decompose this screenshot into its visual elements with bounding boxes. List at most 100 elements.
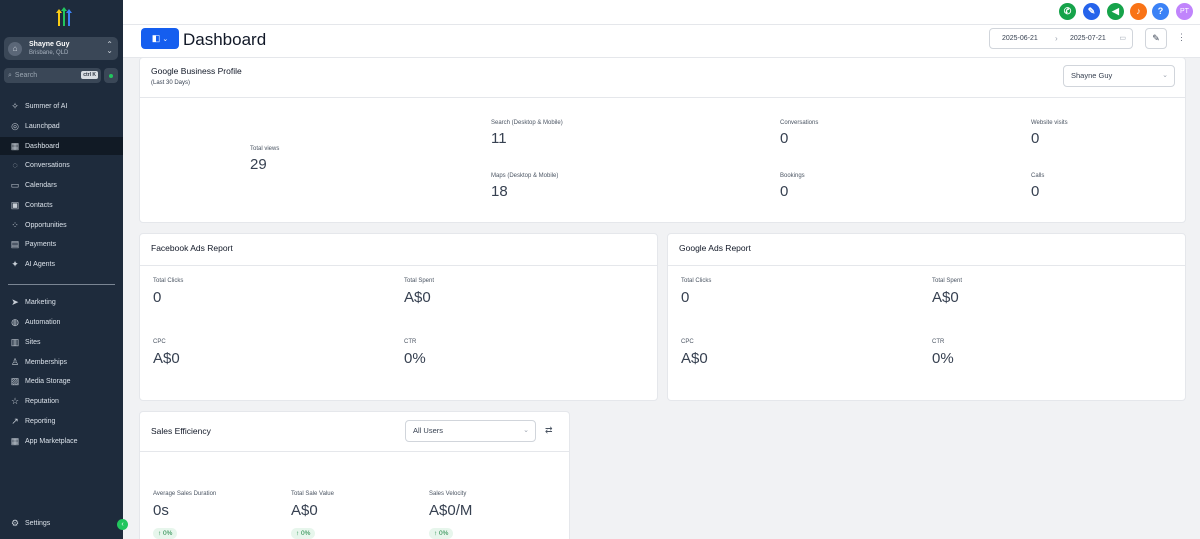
metric-value: A$0 [932,289,959,306]
sidebar-item-conversations[interactable]: ◌ Conversations [0,156,123,174]
sidebar-item-payments[interactable]: ▤ Payments [0,235,123,253]
card-title: Facebook Ads Report [151,243,233,253]
metric-value: 0 [681,289,690,306]
help-icon[interactable]: ? [1152,3,1169,20]
metric-value: 0 [1031,130,1040,147]
change-badge: ↑ 0% [153,528,178,539]
sidebar-item-memberships[interactable]: ♙ Memberships [0,353,123,371]
metric-label: Sales Velocity [429,491,467,497]
app-logo-icon[interactable] [53,6,75,28]
metric-value: A$0 [153,350,180,367]
edit-dashboard-button[interactable]: ✎ [1145,28,1167,49]
facebook-ads-card: Facebook Ads Report Total Clicks 0 Total… [139,233,658,401]
metric-value: 18 [491,183,508,200]
page-title: Dashboard [183,30,267,49]
sidebar-item-contacts[interactable]: ▣ Contacts [0,196,123,214]
card-subtitle: (Last 30 Days) [151,80,191,86]
layout-switch-button[interactable]: ◧ ⌄ [141,28,179,49]
payments-icon: ▤ [10,239,20,249]
metric-label: Average Sales Duration [153,491,217,497]
user-select[interactable]: Shayne Guy ⌄ [1063,65,1175,87]
sidebar-item-calendars[interactable]: ▭ Calendars [0,176,123,194]
sidebar-item-launchpad[interactable]: ◎ Launchpad [0,117,123,135]
sparkle-icon: ✧ [11,101,19,111]
ai-sparkle-icon: ✦ [11,259,19,269]
sites-icon: ▥ [10,337,20,347]
metric-label: CTR [404,339,417,345]
card-divider [140,265,657,266]
search-placeholder: Search [14,72,38,79]
sidebar-item-app-marketplace[interactable]: ▦ App Marketplace [0,432,123,450]
sidebar-item-reputation[interactable]: ☆ Reputation [0,392,123,410]
sidebar-item-dashboard[interactable]: ▦ Dashboard [0,137,123,155]
opportunities-icon: ⁘ [11,220,19,230]
card-divider [140,97,1185,98]
automation-icon: ◍ [11,317,19,327]
lightning-icon [109,73,113,78]
change-badge: ↑ 0% [291,528,316,539]
arrow-right-icon: › [1055,34,1058,43]
sidebar-item-ai-agents[interactable]: ✦ AI Agents [0,255,123,273]
sidebar-collapse-button[interactable]: ‹ [117,519,128,530]
metric-value: 0s [153,502,169,519]
more-options-icon[interactable]: ⋮ [1177,32,1186,43]
sidebar-item-sites[interactable]: ▥ Sites [0,333,123,351]
calendar-icon: ▭ [10,180,20,190]
grid-icon: ▦ [10,141,20,151]
card-title: Sales Efficiency [151,426,211,436]
sidebar-item-summer-of-ai[interactable]: ✧ Summer of AI [0,97,123,115]
search-shortcut: ctrl K [81,71,98,79]
sidebar-item-media-storage[interactable]: ▨ Media Storage [0,372,123,390]
metric-value: A$0 [681,350,708,367]
metric-label: CTR [932,339,945,345]
chevron-left-icon: ‹ [121,521,124,528]
metric-label: Conversations [780,120,819,126]
metric-label: Calls [1031,173,1045,179]
sidebar-item-settings[interactable]: ⚙ Settings [0,514,123,532]
megaphone-icon[interactable]: ◀ [1107,3,1124,20]
google-ads-card: Google Ads Report Total Clicks 0 Total S… [667,233,1186,401]
calendar-icon: ▭ [1119,35,1126,42]
page-header: ◧ ⌄ Dashboard 2025-06-21 › 2025-07-21 ▭ … [123,25,1200,58]
change-badge: ↑ 0% [429,528,454,539]
chevron-down-icon: ⌄ [523,427,529,434]
sidebar-item-reporting[interactable]: ↗ Reporting [0,412,123,430]
metric-value: A$0/M [429,502,473,519]
metric-label: Total Clicks [153,278,184,284]
metric-label: CPC [681,339,694,345]
metric-label: Total Clicks [681,278,712,284]
sidebar-item-automation[interactable]: ◍ Automation [0,313,123,331]
pencil-icon: ✎ [1152,33,1160,43]
google-business-profile-card: Google Business Profile (Last 30 Days) S… [139,57,1186,223]
chart-line-icon: ↗ [11,416,19,426]
star-icon: ☆ [10,396,20,406]
metric-label: Total Sale Value [291,491,334,497]
sales-efficiency-card: Sales Efficiency All Users ⌄ ⇄ Average S… [139,411,570,539]
sidebar-item-marketing[interactable]: ➤ Marketing [0,293,123,311]
location-icon: ⌂ [8,41,22,56]
swap-icon[interactable]: ⇄ [545,425,553,436]
contacts-icon: ▣ [10,200,20,210]
sidebar-item-opportunities[interactable]: ⁘ Opportunities [0,216,123,234]
metric-value: 0% [404,350,426,367]
metric-label: Maps (Desktop & Mobile) [491,173,559,179]
send-icon: ➤ [11,297,19,307]
metric-value: 11 [491,130,507,147]
apps-icon: ▦ [10,436,20,446]
phone-icon[interactable]: ✆ [1059,3,1076,20]
user-filter-select[interactable]: All Users ⌄ [405,420,536,442]
metric-label: Bookings [780,173,805,179]
wand-icon[interactable]: ✎ [1083,3,1100,20]
date-start: 2025-06-21 [1002,35,1038,42]
quick-action-button[interactable] [104,68,118,83]
memberships-icon: ♙ [10,357,20,367]
search-input[interactable]: ⌕ Search ctrl K [4,68,101,83]
chevron-down-icon: ⌄ [162,35,169,43]
layout-icon: ◧ [151,33,161,43]
date-range-picker[interactable]: 2025-06-21 › 2025-07-21 ▭ [989,28,1133,49]
account-location: Brisbane, QLD [29,49,69,56]
avatar[interactable]: PT [1176,3,1193,20]
metric-label: Search (Desktop & Mobile) [491,120,563,126]
account-switcher[interactable]: ⌂ Shayne Guy Brisbane, QLD ⌃ ⌄ [4,37,118,60]
bell-icon[interactable]: ♪ [1130,3,1147,20]
